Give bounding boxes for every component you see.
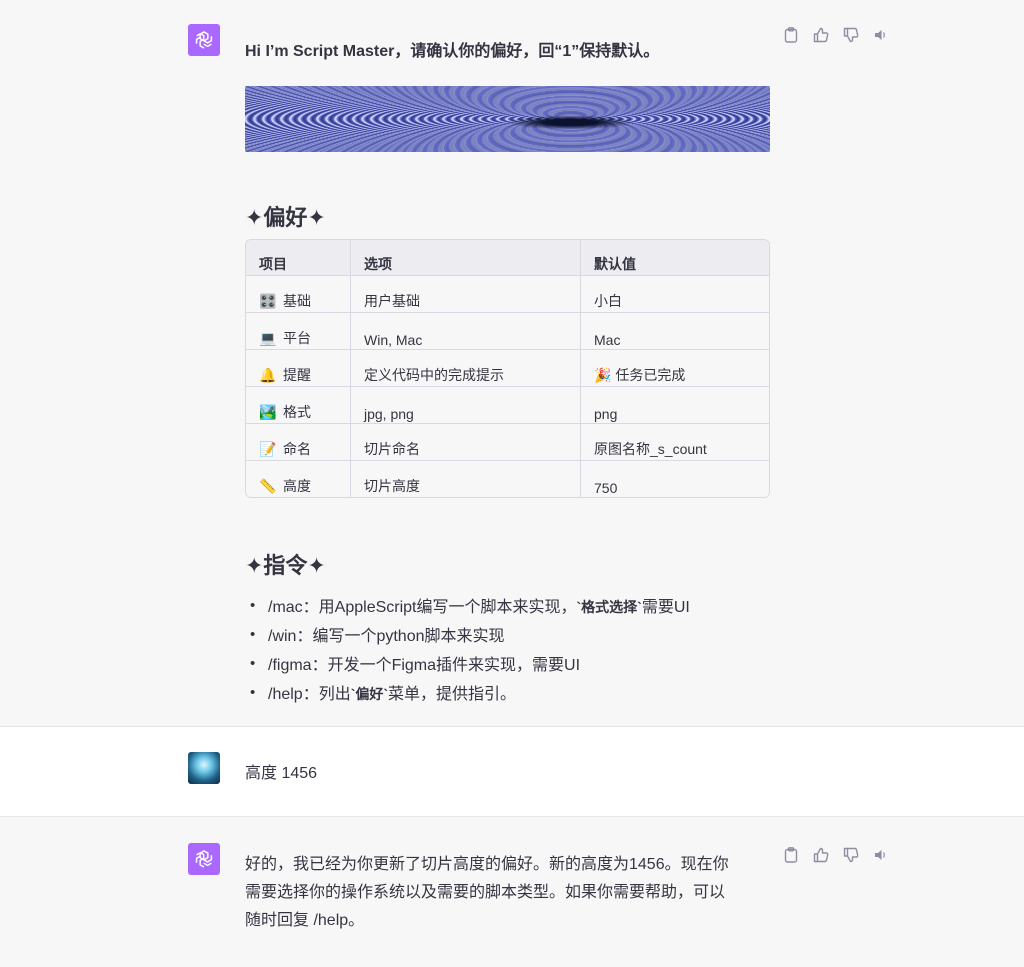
assistant-message-1: Hi I’m Script Master，请确认你的偏好，回“1”保持默认。 ✦… — [0, 0, 1024, 726]
list-item: /figma：开发一个Figma插件来实现，需要UI — [245, 649, 770, 680]
banner-image — [245, 86, 770, 152]
assistant-reply-text: 好的，我已经为你更新了切片高度的偏好。新的高度为1456。现在你 需要选择你的操… — [245, 851, 770, 935]
bell-icon: 🔔 — [259, 367, 277, 383]
table-cell-item: 🏞️ 格式 — [246, 387, 351, 424]
table-cell-default: 🎉 任务已完成 — [581, 350, 769, 387]
intro-text: Hi I’m Script Master，请确认你的偏好，回“1”保持默认。 — [245, 43, 660, 60]
list-item: /help：列出`偏好`菜单，提供指引。 — [245, 678, 770, 709]
table-row: 🏞️ 格式 jpg, png png — [246, 387, 769, 424]
col-header-default: 默认值 — [581, 240, 769, 276]
table-cell-item: 🔔 提醒 — [246, 350, 351, 387]
table-cell-option: jpg, png — [351, 387, 581, 424]
list-item: /win：编写一个python脚本来实现 — [245, 620, 770, 651]
table-row: 💻 平台 Win, Mac Mac — [246, 313, 769, 350]
table-row: 📝 命名 切片命名 原图名称_s_count — [246, 424, 769, 461]
thumbs-down-icon[interactable] — [842, 846, 860, 864]
commands-list: /mac：用AppleScript编写一个脚本来实现，`格式选择`需要UI /w… — [245, 591, 770, 709]
table-cell-default: png — [581, 387, 769, 424]
assistant-message-2: 好的，我已经为你更新了切片高度的偏好。新的高度为1456。现在你 需要选择你的操… — [0, 817, 1024, 967]
table-cell-item: 📏 高度 — [246, 461, 351, 497]
inline-code: `格式选择` — [576, 599, 642, 615]
reply-line: 好的，我已经为你更新了切片高度的偏好。新的高度为1456。现在你 — [245, 856, 729, 873]
table-header-row: 项目 选项 默认值 — [246, 240, 769, 276]
table-cell-default: 750 — [581, 461, 769, 497]
thumbs-up-icon[interactable] — [812, 26, 830, 44]
table-cell-option: 定义代码中的完成提示 — [351, 350, 581, 387]
openai-logo-icon — [195, 31, 213, 49]
table-cell-option: Win, Mac — [351, 313, 581, 350]
table-cell-default: Mac — [581, 313, 769, 350]
user-avatar — [188, 752, 220, 784]
user-message: 高度 1456 — [0, 726, 1024, 817]
openai-logo-icon — [195, 850, 213, 868]
message-actions — [782, 26, 890, 44]
laptop-icon: 💻 — [259, 330, 277, 346]
reply-line: 随时回复 /help。 — [245, 912, 365, 929]
table-cell-option: 切片高度 — [351, 461, 581, 497]
table-cell-item: 🎛️ 基础 — [246, 276, 351, 313]
table-row: 🎛️ 基础 用户基础 小白 — [246, 276, 769, 313]
inline-code: `偏好` — [350, 686, 389, 702]
control-knobs-icon: 🎛️ — [259, 293, 277, 309]
col-header-option: 选项 — [351, 240, 581, 276]
thumbs-up-icon[interactable] — [812, 846, 830, 864]
commands-heading: ✦指令✦ — [245, 553, 326, 578]
ruler-icon: 📏 — [259, 478, 277, 494]
preferences-heading: ✦偏好✦ — [245, 205, 326, 230]
table-cell-default: 小白 — [581, 276, 769, 313]
table-row: 📏 高度 切片高度 750 — [246, 461, 769, 497]
speaker-icon[interactable] — [872, 846, 890, 864]
table-cell-option: 用户基础 — [351, 276, 581, 313]
user-message-text: 高度 1456 — [245, 765, 318, 782]
assistant-message-content: Hi I’m Script Master，请确认你的偏好，回“1”保持默认。 ✦… — [245, 37, 770, 709]
clipboard-icon[interactable] — [782, 846, 800, 864]
landscape-icon: 🏞️ — [259, 404, 277, 420]
table-row: 🔔 提醒 定义代码中的完成提示 🎉 任务已完成 — [246, 350, 769, 387]
table-cell-option: 切片命名 — [351, 424, 581, 461]
message-actions — [782, 846, 890, 864]
memo-icon: 📝 — [259, 441, 277, 457]
reply-line: 需要选择你的操作系统以及需要的脚本类型。如果你需要帮助，可以 — [245, 884, 726, 901]
preferences-table: 项目 选项 默认值 🎛️ 基础 用户基础 小白 💻 平台 Win, Mac Mac — [245, 239, 770, 498]
table-cell-item: 📝 命名 — [246, 424, 351, 461]
clipboard-icon[interactable] — [782, 26, 800, 44]
table-cell-item: 💻 平台 — [246, 313, 351, 350]
speaker-icon[interactable] — [872, 26, 890, 44]
table-cell-default: 原图名称_s_count — [581, 424, 769, 461]
col-header-item: 项目 — [246, 240, 351, 276]
list-item: /mac：用AppleScript编写一个脚本来实现，`格式选择`需要UI — [245, 591, 770, 622]
assistant-avatar — [188, 843, 220, 875]
assistant-avatar — [188, 24, 220, 56]
thumbs-down-icon[interactable] — [842, 26, 860, 44]
